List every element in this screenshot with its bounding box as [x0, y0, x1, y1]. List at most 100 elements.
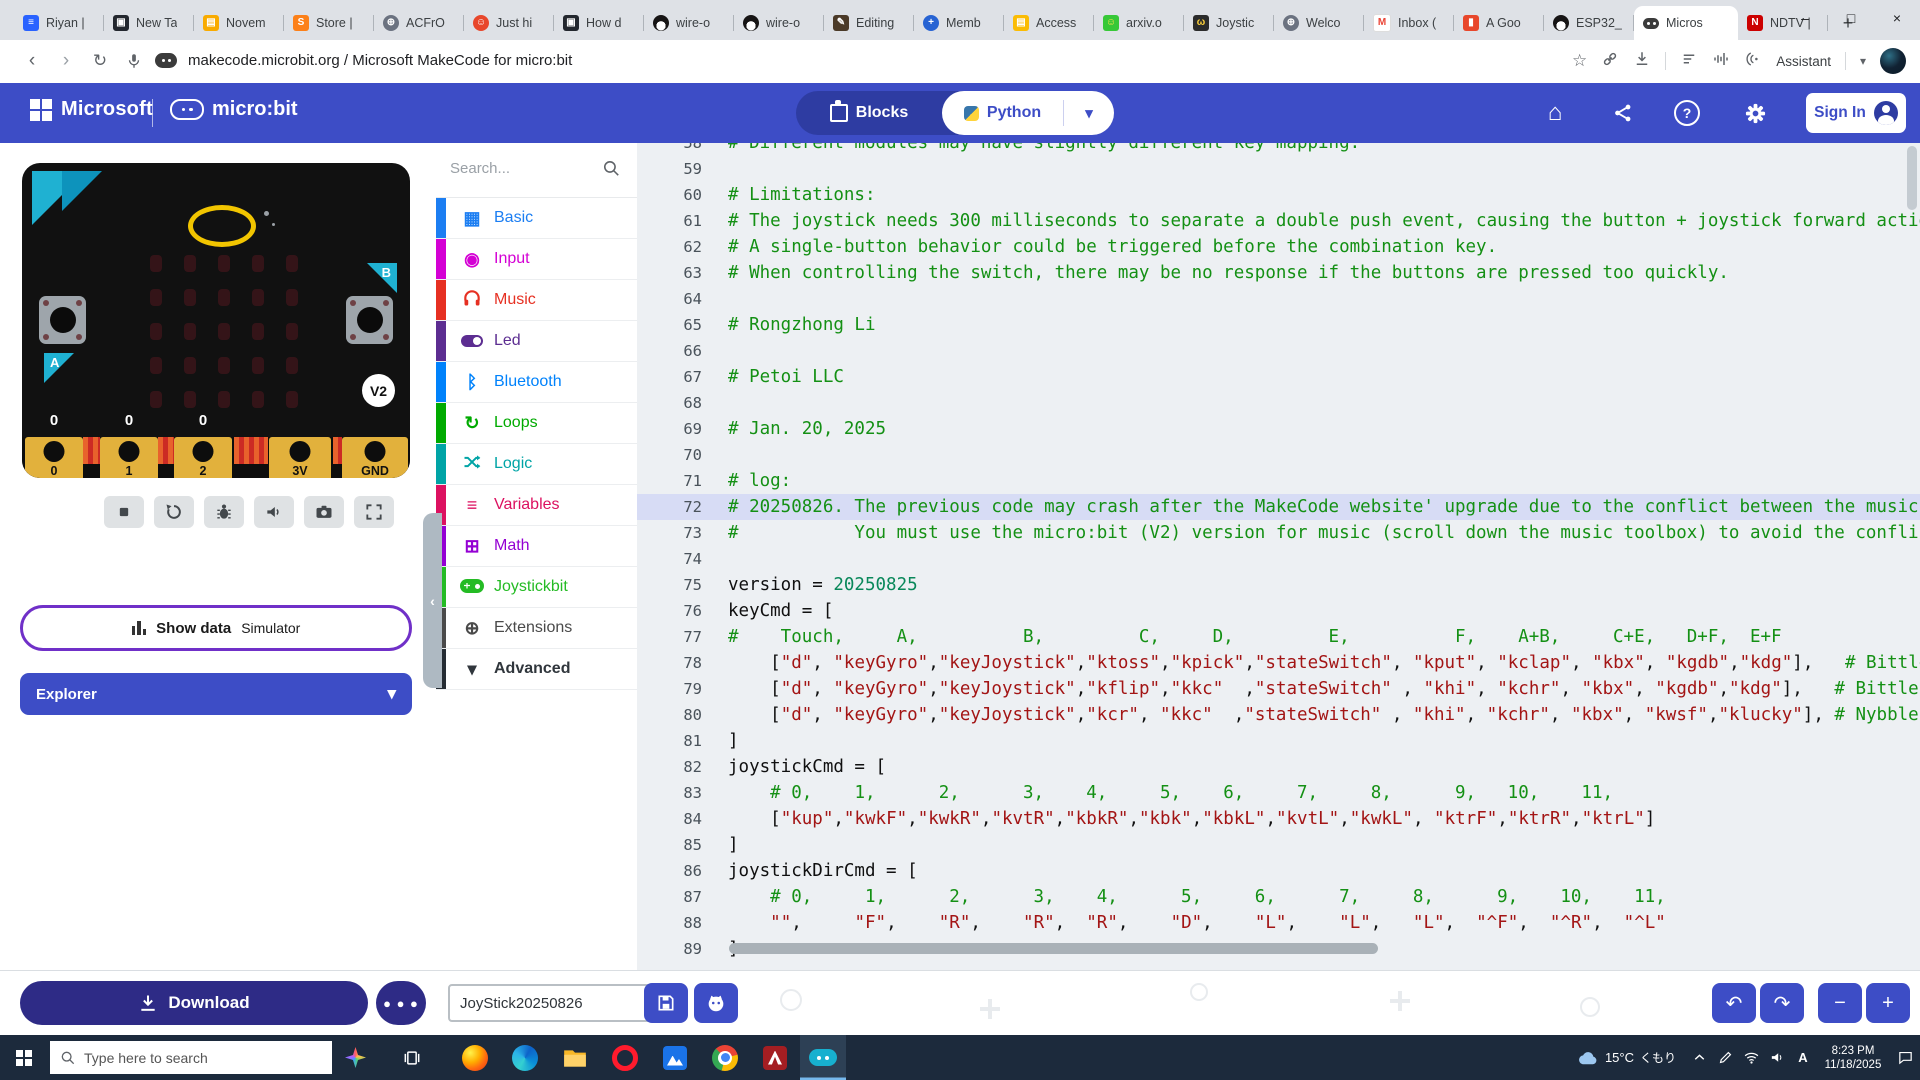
browser-tab[interactable]: ▮ A Goo	[1454, 6, 1544, 40]
browser-tab[interactable]: ▤ Access	[1004, 6, 1094, 40]
toolbox-category-extensions[interactable]: ⊕ Extensions	[436, 608, 637, 649]
horizontal-scrollbar[interactable]	[729, 943, 1378, 954]
address-bar[interactable]: makecode.microbit.org / Microsoft MakeCo…	[188, 52, 572, 69]
button-a[interactable]	[39, 296, 86, 344]
share-button[interactable]	[1606, 97, 1640, 129]
microsoft-brand[interactable]: Microsoft	[30, 98, 153, 121]
toolbox-search[interactable]: Search...	[436, 143, 637, 198]
browser-tab[interactable]: ▣ New Ta	[104, 6, 194, 40]
pin-3v[interactable]: 3V	[269, 437, 331, 478]
taskbar-app-photos[interactable]	[652, 1035, 698, 1080]
profile-avatar[interactable]	[1880, 48, 1906, 74]
toolbox-category-advanced[interactable]: ▾ Advanced	[436, 649, 637, 690]
led-matrix[interactable]	[150, 255, 300, 408]
toolbox-category-led[interactable]: Led	[436, 321, 637, 362]
pin-gnd[interactable]: GND	[342, 437, 408, 478]
browser-tab[interactable]: + Memb	[914, 6, 1004, 40]
more-options-button[interactable]: ● ● ●	[376, 981, 426, 1025]
taskbar-app-opera[interactable]	[602, 1035, 648, 1080]
camera-button[interactable]	[304, 496, 344, 528]
minimize-button[interactable]: –	[1782, 0, 1828, 36]
reload-button[interactable]: ↻	[86, 47, 114, 75]
chevron-up-icon[interactable]	[1686, 1035, 1712, 1080]
code-editor[interactable]: 58 # Different modules may have slightly …	[637, 143, 1920, 970]
touch-logo[interactable]	[188, 205, 256, 247]
taskbar-app-adobe[interactable]	[752, 1035, 798, 1080]
browser-tab[interactable]: S Store |	[284, 6, 374, 40]
debug-button[interactable]	[204, 496, 244, 528]
copilot-icon[interactable]	[345, 1047, 366, 1068]
ime-indicator[interactable]: A	[1790, 1035, 1816, 1080]
download-button[interactable]: Download	[20, 981, 368, 1025]
notification-center-button[interactable]	[1890, 1035, 1920, 1080]
reading-list-icon[interactable]	[1680, 50, 1698, 73]
toolbox-category-math[interactable]: ⊞ Math	[436, 526, 637, 567]
sign-in-button[interactable]: Sign In	[1806, 93, 1906, 133]
browser-tab[interactable]: M Inbox (	[1364, 6, 1454, 40]
redo-button[interactable]: ↷	[1760, 983, 1804, 1023]
save-button[interactable]	[644, 983, 688, 1023]
back-button[interactable]: ‹	[18, 47, 46, 75]
taskbar-app-makecode[interactable]	[800, 1035, 846, 1080]
forward-button[interactable]: ›	[52, 47, 80, 75]
project-name-input[interactable]	[448, 984, 658, 1022]
toolbox-category-music[interactable]: Music	[436, 280, 637, 321]
tab-blocks[interactable]: Blocks	[796, 100, 942, 122]
browser-tab[interactable]: ▣ How d	[554, 6, 644, 40]
toolbox-category-basic[interactable]: ▦ Basic	[436, 198, 637, 239]
taskbar-app-chrome[interactable]	[702, 1035, 748, 1080]
pin-2[interactable]: 2	[174, 437, 232, 478]
vertical-scrollbar[interactable]	[1907, 146, 1917, 210]
weather-widget[interactable]: 15°C くもり	[1577, 1049, 1676, 1066]
browser-tab[interactable]: ⊕ Welco	[1274, 6, 1364, 40]
toolbox-category-logic[interactable]: Logic	[436, 444, 637, 485]
volume-button[interactable]	[254, 496, 294, 528]
browser-tab[interactable]: wire-o	[734, 6, 824, 40]
github-button[interactable]	[694, 983, 738, 1023]
browser-tab[interactable]: ✎ Editing	[824, 6, 914, 40]
taskbar-app-edge[interactable]	[502, 1035, 548, 1080]
help-button[interactable]: ?	[1670, 97, 1704, 129]
toolbox-category-joystickbit[interactable]: Joystickbit	[436, 567, 637, 608]
toolbox-collapse-handle[interactable]: ‹	[423, 513, 442, 688]
button-b[interactable]	[346, 296, 393, 344]
show-data-button[interactable]: Show data Simulator	[20, 605, 412, 651]
close-button[interactable]: ×	[1874, 0, 1920, 36]
toolbox-category-bluetooth[interactable]: ᛒ Bluetooth	[436, 362, 637, 403]
task-view-button[interactable]	[398, 1044, 425, 1071]
microbit-board[interactable]: A B V2 0 1 2 3V GND 0 0 0	[22, 163, 410, 478]
download-icon[interactable]	[1633, 50, 1651, 73]
waveform-icon[interactable]	[1712, 50, 1730, 73]
language-dropdown[interactable]: ▾	[1063, 100, 1114, 126]
toolbox-category-loops[interactable]: ↻ Loops	[436, 403, 637, 444]
browser-tab[interactable]: ☺ arxiv.o	[1094, 6, 1184, 40]
tab-python[interactable]: Python	[942, 104, 1063, 122]
browser-tab[interactable]: ω Joystic	[1184, 6, 1274, 40]
microphone-icon[interactable]	[120, 47, 148, 75]
pen-icon[interactable]	[1712, 1035, 1738, 1080]
browser-tab[interactable]: ≡ Riyan |	[14, 6, 104, 40]
browser-tab[interactable]: Micros	[1634, 6, 1738, 40]
browser-tab[interactable]: ⊕ ACFrO	[374, 6, 464, 40]
browser-tab[interactable]: ESP32_	[1544, 6, 1634, 40]
link-icon[interactable]	[1601, 50, 1619, 73]
undo-button[interactable]: ↶	[1712, 983, 1756, 1023]
settings-gear-button[interactable]	[1738, 97, 1772, 129]
taskbar-app-firefox[interactable]	[452, 1035, 498, 1080]
pin-0[interactable]: 0	[25, 437, 83, 478]
bookmark-star-icon[interactable]: ☆	[1572, 51, 1587, 71]
microbit-brand[interactable]: micro:bit	[170, 98, 298, 121]
zoom-in-button[interactable]: +	[1866, 983, 1910, 1023]
taskbar-app-folder[interactable]	[552, 1035, 598, 1080]
assistant-icon[interactable]	[1744, 50, 1762, 73]
restart-button[interactable]	[154, 496, 194, 528]
start-button[interactable]	[0, 1035, 48, 1080]
assistant-label[interactable]: Assistant	[1776, 54, 1831, 69]
chevron-down-icon[interactable]: ▾	[1860, 54, 1866, 68]
stop-button[interactable]	[104, 496, 144, 528]
browser-tab[interactable]: ▤ Novem	[194, 6, 284, 40]
pin-1[interactable]: 1	[100, 437, 158, 478]
browser-tab[interactable]: ☺ Just hi	[464, 6, 554, 40]
fullscreen-button[interactable]	[354, 496, 394, 528]
toolbox-category-input[interactable]: ◉ Input	[436, 239, 637, 280]
